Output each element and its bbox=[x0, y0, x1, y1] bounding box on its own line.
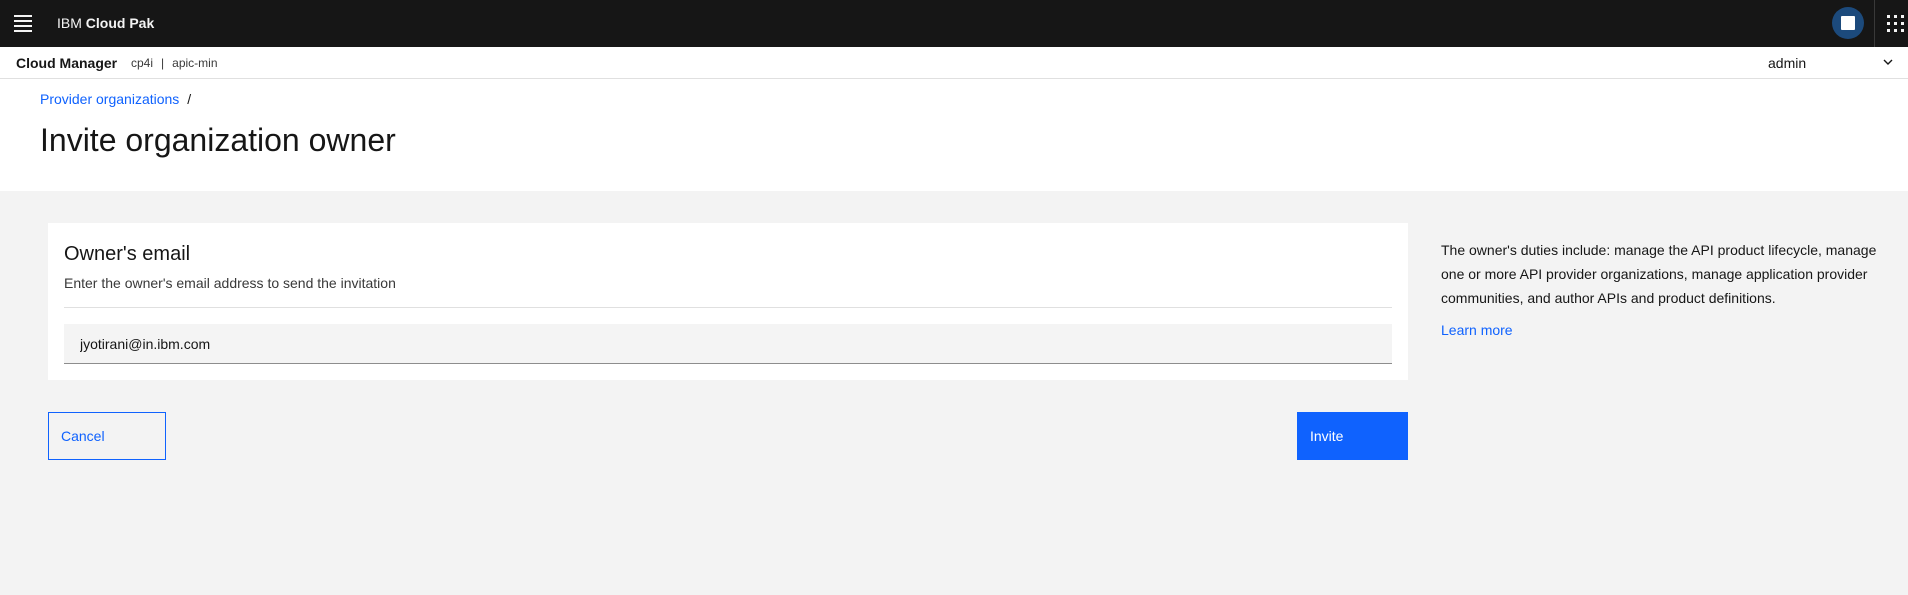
app-switcher-grid-icon[interactable] bbox=[1887, 15, 1905, 33]
context-separator: | bbox=[161, 56, 165, 70]
cancel-button[interactable]: Cancel bbox=[48, 412, 166, 460]
help-text: The owner's duties include: manage the A… bbox=[1441, 242, 1877, 306]
context-bar: Cloud Manager cp4i | apic-min admin bbox=[0, 47, 1908, 79]
breadcrumb-separator: / bbox=[187, 91, 192, 107]
invite-button[interactable]: Invite bbox=[1297, 412, 1408, 460]
user-avatar-icon[interactable] bbox=[1832, 7, 1864, 39]
product-name: Cloud Manager bbox=[16, 55, 118, 71]
section-divider bbox=[64, 307, 1392, 308]
user-menu[interactable]: admin bbox=[1768, 55, 1806, 71]
context-catalog: cp4i bbox=[131, 56, 154, 70]
brand-name[interactable]: IBM Cloud Pak bbox=[57, 14, 154, 32]
section-subtitle: Enter the owner's email address to send … bbox=[64, 275, 396, 291]
shell-header: IBM Cloud Pak bbox=[0, 0, 1908, 47]
hamburger-menu-icon[interactable] bbox=[14, 15, 32, 32]
owner-email-card: Owner's email Enter the owner's email ad… bbox=[48, 223, 1408, 380]
header-divider bbox=[1874, 0, 1875, 47]
context-instance: apic-min bbox=[172, 56, 218, 70]
section-title: Owner's email bbox=[64, 243, 191, 265]
context-path: cp4i | apic-min bbox=[131, 56, 218, 70]
brand-product: Cloud Pak bbox=[85, 15, 155, 31]
breadcrumb: Provider organizations / bbox=[40, 91, 191, 107]
chevron-down-icon[interactable] bbox=[1883, 57, 1893, 67]
breadcrumb-provider-organizations[interactable]: Provider organizations bbox=[40, 91, 179, 107]
owner-email-field[interactable] bbox=[64, 324, 1392, 364]
page-header: Provider organizations / Invite organizat… bbox=[0, 79, 1908, 191]
learn-more-link[interactable]: Learn more bbox=[1441, 322, 1513, 338]
brand-prefix: IBM bbox=[57, 15, 86, 31]
page-title: Invite organization owner bbox=[40, 122, 396, 158]
